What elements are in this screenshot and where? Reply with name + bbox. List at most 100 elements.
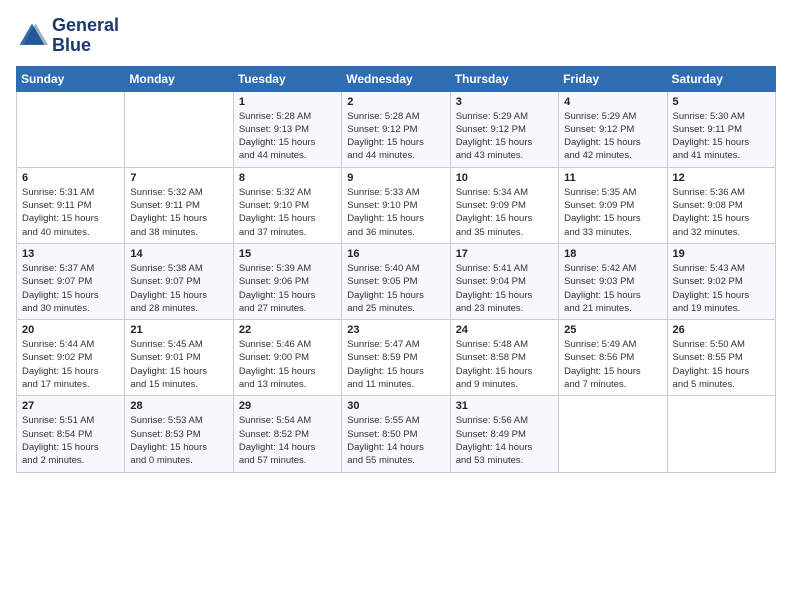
weekday-header-monday: Monday — [125, 66, 233, 91]
day-number: 29 — [239, 400, 336, 412]
calendar-cell: 29 Sunrise: 5:54 AM Sunset: 8:52 PM Dayli… — [233, 396, 341, 472]
day-info: Sunrise: 5:36 AM Sunset: 9:08 PM Dayligh… — [673, 186, 770, 239]
calendar-cell: 31 Sunrise: 5:56 AM Sunset: 8:49 PM Dayli… — [450, 396, 558, 472]
day-number: 12 — [673, 172, 770, 184]
calendar-cell: 3 Sunrise: 5:29 AM Sunset: 9:12 PM Daylig… — [450, 91, 558, 167]
calendar-cell: 23 Sunrise: 5:47 AM Sunset: 8:59 PM Dayli… — [342, 320, 450, 396]
day-number: 5 — [673, 96, 770, 108]
calendar-cell: 30 Sunrise: 5:55 AM Sunset: 8:50 PM Dayli… — [342, 396, 450, 472]
day-number: 24 — [456, 324, 553, 336]
calendar-cell: 17 Sunrise: 5:41 AM Sunset: 9:04 PM Dayli… — [450, 243, 558, 319]
calendar-cell: 6 Sunrise: 5:31 AM Sunset: 9:11 PM Daylig… — [17, 167, 125, 243]
day-number: 18 — [564, 248, 661, 260]
calendar-cell: 28 Sunrise: 5:53 AM Sunset: 8:53 PM Dayli… — [125, 396, 233, 472]
calendar-cell: 26 Sunrise: 5:50 AM Sunset: 8:55 PM Dayli… — [667, 320, 775, 396]
day-number: 1 — [239, 96, 336, 108]
day-info: Sunrise: 5:51 AM Sunset: 8:54 PM Dayligh… — [22, 414, 119, 467]
day-info: Sunrise: 5:47 AM Sunset: 8:59 PM Dayligh… — [347, 338, 444, 391]
day-number: 6 — [22, 172, 119, 184]
calendar-cell: 19 Sunrise: 5:43 AM Sunset: 9:02 PM Dayli… — [667, 243, 775, 319]
calendar-cell: 27Sunrise: 5:51 AM Sunset: 8:54 PM Dayli… — [17, 396, 125, 472]
day-number: 28 — [130, 400, 227, 412]
day-number: 7 — [130, 172, 227, 184]
day-info: Sunrise: 5:43 AM Sunset: 9:02 PM Dayligh… — [673, 262, 770, 315]
day-info: Sunrise: 5:32 AM Sunset: 9:11 PM Dayligh… — [130, 186, 227, 239]
day-info: Sunrise: 5:46 AM Sunset: 9:00 PM Dayligh… — [239, 338, 336, 391]
logo-text: General Blue — [52, 16, 119, 56]
day-info: Sunrise: 5:39 AM Sunset: 9:06 PM Dayligh… — [239, 262, 336, 315]
calendar-cell: 20 Sunrise: 5:44 AM Sunset: 9:02 PM Dayli… — [17, 320, 125, 396]
day-number: 13 — [22, 248, 119, 260]
day-number: 23 — [347, 324, 444, 336]
day-number: 14 — [130, 248, 227, 260]
day-number: 19 — [673, 248, 770, 260]
day-number: 21 — [130, 324, 227, 336]
calendar-cell: 11 Sunrise: 5:35 AM Sunset: 9:09 PM Dayli… — [559, 167, 667, 243]
day-info: Sunrise: 5:31 AM Sunset: 9:11 PM Dayligh… — [22, 186, 119, 239]
day-info: Sunrise: 5:33 AM Sunset: 9:10 PM Dayligh… — [347, 186, 444, 239]
day-number: 15 — [239, 248, 336, 260]
day-info: Sunrise: 5:34 AM Sunset: 9:09 PM Dayligh… — [456, 186, 553, 239]
calendar-cell: 8 Sunrise: 5:32 AM Sunset: 9:10 PM Daylig… — [233, 167, 341, 243]
day-info: Sunrise: 5:50 AM Sunset: 8:55 PM Dayligh… — [673, 338, 770, 391]
calendar-cell: 1 Sunrise: 5:28 AM Sunset: 9:13 PM Daylig… — [233, 91, 341, 167]
logo: General Blue — [16, 16, 119, 56]
day-number: 10 — [456, 172, 553, 184]
day-info: Sunrise: 5:29 AM Sunset: 9:12 PM Dayligh… — [564, 110, 661, 163]
day-info: Sunrise: 5:32 AM Sunset: 9:10 PM Dayligh… — [239, 186, 336, 239]
day-info: Sunrise: 5:41 AM Sunset: 9:04 PM Dayligh… — [456, 262, 553, 315]
weekday-header-saturday: Saturday — [667, 66, 775, 91]
day-info: Sunrise: 5:40 AM Sunset: 9:05 PM Dayligh… — [347, 262, 444, 315]
calendar-cell: 9 Sunrise: 5:33 AM Sunset: 9:10 PM Daylig… — [342, 167, 450, 243]
page-header: General Blue — [16, 16, 776, 56]
day-info: Sunrise: 5:35 AM Sunset: 9:09 PM Dayligh… — [564, 186, 661, 239]
day-number: 2 — [347, 96, 444, 108]
day-number: 26 — [673, 324, 770, 336]
day-info: Sunrise: 5:56 AM Sunset: 8:49 PM Dayligh… — [456, 414, 553, 467]
calendar-cell — [125, 91, 233, 167]
calendar-week-2: 6 Sunrise: 5:31 AM Sunset: 9:11 PM Daylig… — [17, 167, 776, 243]
day-info: Sunrise: 5:44 AM Sunset: 9:02 PM Dayligh… — [22, 338, 119, 391]
day-number: 9 — [347, 172, 444, 184]
calendar-cell: 14 Sunrise: 5:38 AM Sunset: 9:07 PM Dayli… — [125, 243, 233, 319]
calendar-cell: 25Sunrise: 5:49 AM Sunset: 8:56 PM Dayli… — [559, 320, 667, 396]
calendar-cell: 12 Sunrise: 5:36 AM Sunset: 9:08 PM Dayli… — [667, 167, 775, 243]
calendar-cell: 15 Sunrise: 5:39 AM Sunset: 9:06 PM Dayli… — [233, 243, 341, 319]
day-info: Sunrise: 5:53 AM Sunset: 8:53 PM Dayligh… — [130, 414, 227, 467]
calendar-week-5: 27Sunrise: 5:51 AM Sunset: 8:54 PM Dayli… — [17, 396, 776, 472]
calendar-cell: 24 Sunrise: 5:48 AM Sunset: 8:58 PM Dayli… — [450, 320, 558, 396]
calendar-cell — [559, 396, 667, 472]
day-number: 16 — [347, 248, 444, 260]
calendar-cell: 13 Sunrise: 5:37 AM Sunset: 9:07 PM Dayli… — [17, 243, 125, 319]
weekday-header-friday: Friday — [559, 66, 667, 91]
day-number: 3 — [456, 96, 553, 108]
day-info: Sunrise: 5:45 AM Sunset: 9:01 PM Dayligh… — [130, 338, 227, 391]
calendar-cell: 22 Sunrise: 5:46 AM Sunset: 9:00 PM Dayli… — [233, 320, 341, 396]
day-number: 8 — [239, 172, 336, 184]
calendar-cell: 16 Sunrise: 5:40 AM Sunset: 9:05 PM Dayli… — [342, 243, 450, 319]
day-info: Sunrise: 5:42 AM Sunset: 9:03 PM Dayligh… — [564, 262, 661, 315]
day-number: 20 — [22, 324, 119, 336]
day-info: Sunrise: 5:29 AM Sunset: 9:12 PM Dayligh… — [456, 110, 553, 163]
day-info: Sunrise: 5:37 AM Sunset: 9:07 PM Dayligh… — [22, 262, 119, 315]
calendar-cell: 2 Sunrise: 5:28 AM Sunset: 9:12 PM Daylig… — [342, 91, 450, 167]
day-info: Sunrise: 5:28 AM Sunset: 9:12 PM Dayligh… — [347, 110, 444, 163]
day-info: Sunrise: 5:28 AM Sunset: 9:13 PM Dayligh… — [239, 110, 336, 163]
day-number: 22 — [239, 324, 336, 336]
day-info: Sunrise: 5:55 AM Sunset: 8:50 PM Dayligh… — [347, 414, 444, 467]
weekday-header-tuesday: Tuesday — [233, 66, 341, 91]
day-number: 31 — [456, 400, 553, 412]
day-info: Sunrise: 5:54 AM Sunset: 8:52 PM Dayligh… — [239, 414, 336, 467]
day-number: 4 — [564, 96, 661, 108]
logo-icon — [16, 20, 48, 52]
weekday-header-thursday: Thursday — [450, 66, 558, 91]
calendar-cell — [17, 91, 125, 167]
weekday-header-sunday: Sunday — [17, 66, 125, 91]
day-number: 17 — [456, 248, 553, 260]
day-info: Sunrise: 5:48 AM Sunset: 8:58 PM Dayligh… — [456, 338, 553, 391]
calendar-cell: 7 Sunrise: 5:32 AM Sunset: 9:11 PM Daylig… — [125, 167, 233, 243]
day-number: 30 — [347, 400, 444, 412]
day-info: Sunrise: 5:38 AM Sunset: 9:07 PM Dayligh… — [130, 262, 227, 315]
calendar-cell: 18 Sunrise: 5:42 AM Sunset: 9:03 PM Dayli… — [559, 243, 667, 319]
day-number: 11 — [564, 172, 661, 184]
